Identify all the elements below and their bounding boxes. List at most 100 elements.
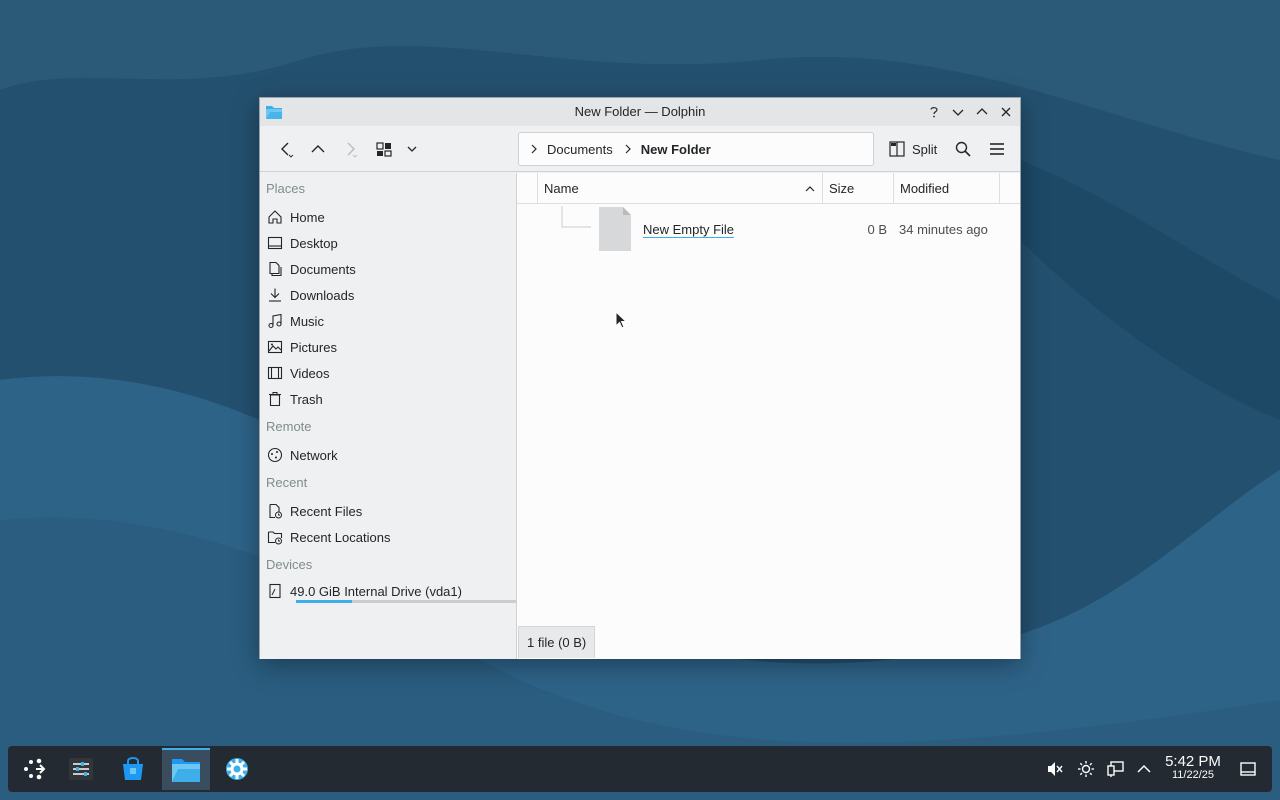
breadcrumb-documents[interactable]: Documents xyxy=(547,142,613,157)
column-modified[interactable]: Modified xyxy=(893,173,1000,204)
menu-button[interactable] xyxy=(983,135,1011,163)
hamburger-menu-icon xyxy=(990,143,1004,155)
mouse-pointer-icon xyxy=(615,311,627,329)
split-button[interactable]: Split xyxy=(884,135,941,163)
chevron-right-icon xyxy=(527,142,541,156)
chevron-up-icon xyxy=(311,145,325,153)
discover-store-button[interactable] xyxy=(111,748,155,790)
dolphin-task-button[interactable] xyxy=(162,748,210,790)
sidebar-item-recent-files[interactable]: Recent Files xyxy=(266,499,512,523)
home-icon xyxy=(266,208,284,226)
chevron-right-icon xyxy=(347,142,358,158)
documents-icon xyxy=(266,260,284,278)
application-launcher-button[interactable] xyxy=(12,748,56,790)
show-desktop-icon xyxy=(1240,762,1256,776)
task-manager-button[interactable] xyxy=(59,748,103,790)
clock-date: 11/22/25 xyxy=(1171,769,1214,781)
sidebar-item-trash[interactable]: Trash xyxy=(266,387,512,411)
system-settings-sliders-icon xyxy=(69,758,93,780)
split-view-icon xyxy=(889,141,905,157)
music-icon xyxy=(266,312,284,330)
chevron-up-icon xyxy=(1137,764,1151,773)
sidebar-item-videos[interactable]: Videos xyxy=(266,361,512,385)
sidebar-item-downloads[interactable]: Downloads xyxy=(266,283,512,307)
window-title: New Folder — Dolphin xyxy=(574,104,706,119)
sidebar-item-recent-locations[interactable]: Recent Locations xyxy=(266,525,512,549)
drive-icon xyxy=(266,582,284,600)
back-button[interactable] xyxy=(272,135,300,163)
show-hidden-icons-button[interactable] xyxy=(1134,759,1154,779)
pictures-icon xyxy=(266,338,284,356)
file-name[interactable]: New Empty File xyxy=(643,222,735,238)
chevron-up-icon xyxy=(976,108,988,115)
section-places: Places xyxy=(266,181,306,196)
search-button[interactable] xyxy=(949,135,977,163)
chevron-down-icon xyxy=(952,109,964,116)
toolbar: Documents New Folder Split xyxy=(260,126,1020,172)
sidebar-item-pictures[interactable]: Pictures xyxy=(266,335,512,359)
dolphin-window: New Folder — Dolphin Documents New Folde… xyxy=(259,97,1021,659)
clock-time: 5:42 PM xyxy=(1165,753,1221,770)
network-status-button[interactable] xyxy=(1106,759,1126,779)
digital-clock[interactable]: 5:42 PM 11/22/25 xyxy=(1160,753,1226,781)
column-header: Name Size Modified xyxy=(517,173,1020,204)
view-icons-icon xyxy=(376,142,392,157)
help-button[interactable] xyxy=(924,102,944,122)
tree-branch-line xyxy=(561,206,591,228)
gear-icon xyxy=(226,758,248,780)
system-settings-button[interactable] xyxy=(215,748,259,790)
chevron-left-icon xyxy=(281,142,294,158)
drive-usage-fill xyxy=(296,600,352,603)
close-button[interactable] xyxy=(996,102,1016,122)
breadcrumb-new-folder[interactable]: New Folder xyxy=(641,142,711,157)
sidebar-item-documents[interactable]: Documents xyxy=(266,257,512,281)
search-icon xyxy=(955,141,971,157)
show-desktop-button[interactable] xyxy=(1238,759,1258,779)
view-mode-button[interactable] xyxy=(370,135,398,163)
section-devices: Devices xyxy=(266,557,313,572)
sidebar-item-network[interactable]: Network xyxy=(266,443,512,467)
places-panel: Places Home Desktop Documents Downloads … xyxy=(260,173,518,659)
sort-ascending-icon xyxy=(805,185,815,191)
section-recent: Recent xyxy=(266,475,308,490)
volume-muted-button[interactable] xyxy=(1045,759,1065,779)
column-size[interactable]: Size xyxy=(822,173,893,204)
sidebar-item-internal-drive[interactable]: 49.0 GiB Internal Drive (vda1) xyxy=(266,577,518,605)
recent-locations-icon xyxy=(266,528,284,546)
trash-icon xyxy=(266,390,284,408)
sidebar-item-music[interactable]: Music xyxy=(266,309,512,333)
volume-muted-icon xyxy=(1048,762,1063,776)
brightness-icon xyxy=(1078,761,1094,777)
chevron-down-icon xyxy=(407,146,417,152)
brightness-button[interactable] xyxy=(1076,759,1096,779)
split-label: Split xyxy=(912,141,938,157)
file-view[interactable]: Name Size Modified New Empty File 0 B 34… xyxy=(517,173,1020,659)
empty-file-icon xyxy=(599,207,631,251)
network-icon xyxy=(266,446,284,464)
close-icon xyxy=(1001,107,1011,117)
chevron-right-icon xyxy=(621,142,635,156)
title-bar[interactable]: New Folder — Dolphin xyxy=(260,98,1020,126)
recent-files-icon xyxy=(266,502,284,520)
status-text: 1 file (0 B) xyxy=(527,635,587,650)
folder-icon xyxy=(172,759,200,782)
forward-button[interactable] xyxy=(336,135,364,163)
wired-network-icon xyxy=(1107,761,1124,777)
sidebar-item-desktop[interactable]: Desktop xyxy=(266,231,512,255)
taskbar: 5:42 PM 11/22/25 xyxy=(8,746,1272,792)
videos-icon xyxy=(266,364,284,382)
sidebar-item-home[interactable]: Home xyxy=(266,205,512,229)
desktop-icon xyxy=(266,234,284,252)
breadcrumb[interactable]: Documents New Folder xyxy=(518,132,874,166)
view-mode-dropdown[interactable] xyxy=(398,135,426,163)
status-bar: 1 file (0 B) xyxy=(518,626,596,658)
minimize-button[interactable] xyxy=(948,102,968,122)
launcher-icon xyxy=(24,758,46,780)
column-name[interactable]: Name xyxy=(537,173,822,204)
file-modified: 34 minutes ago xyxy=(899,222,988,237)
file-row[interactable]: New Empty File 0 B 34 minutes ago xyxy=(517,206,1020,258)
maximize-button[interactable] xyxy=(972,102,992,122)
up-button[interactable] xyxy=(304,135,332,163)
file-size: 0 B xyxy=(867,222,887,237)
downloads-icon xyxy=(266,286,284,304)
